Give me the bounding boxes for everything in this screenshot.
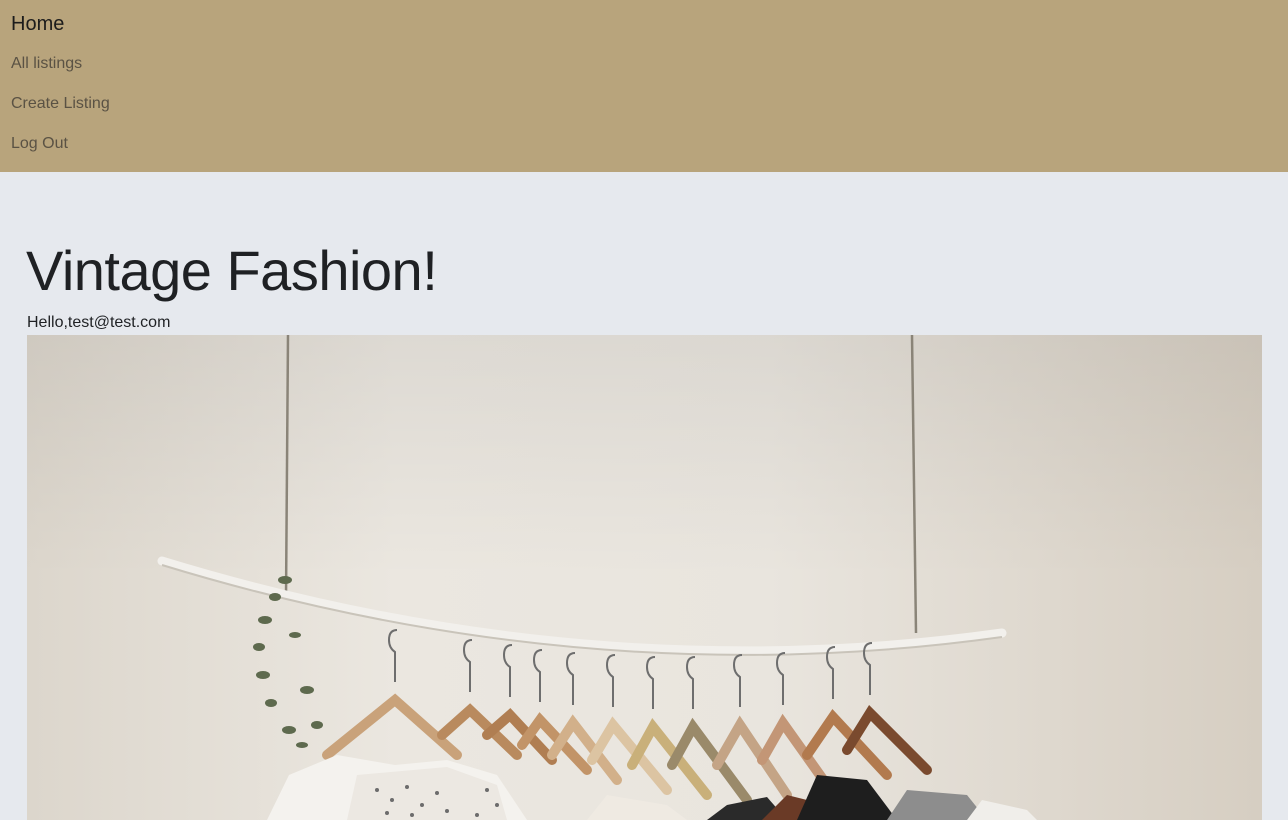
clothes-rack-illustration bbox=[27, 335, 1262, 820]
page-title: Vintage Fashion! bbox=[26, 239, 438, 302]
create-listing-link[interactable]: Create Listing bbox=[11, 94, 110, 114]
home-link[interactable]: Home bbox=[11, 12, 64, 36]
log-out-link[interactable]: Log Out bbox=[11, 134, 68, 154]
user-greeting: Hello,test@test.com bbox=[27, 314, 171, 331]
all-listings-link[interactable]: All listings bbox=[11, 54, 82, 74]
top-navbar: Home All listings Create Listing Log Out bbox=[0, 0, 1288, 172]
hero-image bbox=[27, 335, 1262, 820]
